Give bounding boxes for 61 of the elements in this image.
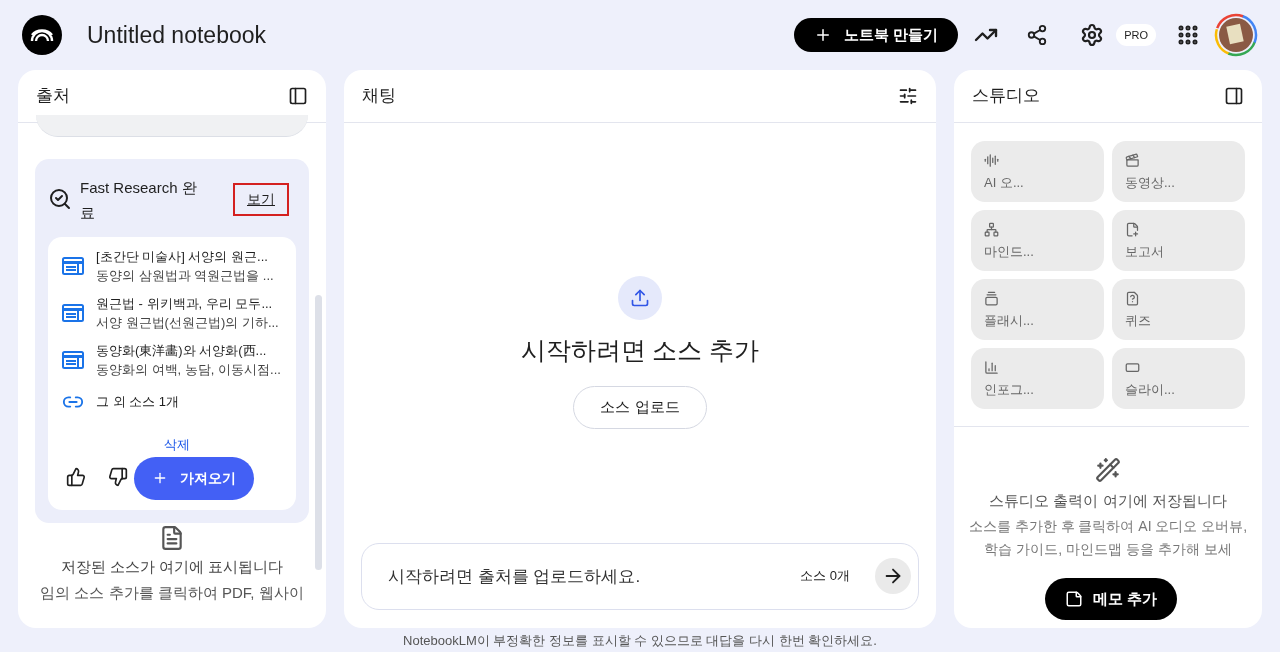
studio-tool-button[interactable]: 동영상...	[1112, 141, 1245, 202]
panel-toggle-icon[interactable]	[1224, 86, 1244, 106]
studio-tool-button[interactable]: 인포그...	[971, 348, 1104, 409]
plan-badge: PRO	[1116, 23, 1156, 47]
more-sources: 그 외 소스 1개	[96, 393, 180, 412]
import-button[interactable]: 가져오기	[134, 456, 254, 500]
research-status: Fast Research 완료	[80, 178, 198, 223]
avatar[interactable]	[1214, 13, 1258, 57]
studio-tool-button[interactable]: 보고서	[1112, 210, 1245, 271]
settings-icon[interactable]	[1080, 23, 1105, 47]
web-page-icon	[62, 304, 84, 322]
web-page-icon	[62, 257, 84, 275]
empty-title: 시작하려면 소스 추가	[520, 335, 760, 366]
studio-tool-button[interactable]: 슬라이...	[1112, 348, 1245, 409]
delete-link[interactable]: 삭제	[164, 435, 190, 455]
scrollbar[interactable]	[315, 295, 322, 570]
source-count: 소스 0개	[800, 567, 850, 585]
upload-icon	[618, 276, 662, 320]
plus-icon	[814, 26, 832, 44]
tune-icon[interactable]	[898, 86, 918, 106]
plus-icon	[152, 470, 168, 486]
note-icon	[1065, 590, 1083, 608]
studio-tool-button[interactable]: 플래시...	[971, 279, 1104, 340]
notebook-title[interactable]: Untitled notebook	[87, 17, 266, 53]
result-snippet: 동양화의 여백, 농담, 이동시점...	[96, 361, 281, 379]
document-icon	[159, 524, 185, 551]
panel-toggle-icon[interactable]	[288, 86, 308, 106]
result-title[interactable]: [초간단 미술사] 서양의 원근...	[96, 247, 274, 266]
create-notebook-button[interactable]: 노트북 만들기	[794, 18, 959, 52]
panel-title: 스튜디오	[972, 85, 1040, 108]
view-link[interactable]: 보기	[233, 183, 289, 216]
empty-description: 소스를 추가한 후 클릭하여 AI 오디오 오버뷰, 학습 가이드, 마인드맵 등을 추가해 보세	[968, 516, 1248, 559]
result-snippet: 동양의 삼원법과 역원근법을 ...	[96, 267, 274, 285]
diagram-icon	[984, 221, 999, 237]
magic-wand-icon	[1095, 457, 1121, 483]
bar-chart-icon	[984, 359, 999, 375]
thumbs-up-icon[interactable]	[66, 467, 86, 487]
panel-title: 채팅	[362, 85, 396, 108]
cards-icon	[984, 290, 999, 306]
studio-tool-button[interactable]: AI 오...	[971, 141, 1104, 202]
result-snippet: 서양 원근법(선원근법)의 기하...	[96, 314, 279, 332]
web-page-icon	[62, 351, 84, 369]
disclaimer: NotebookLM이 부정확한 정보를 표시할 수 있으므로 대답을 다시 한번 확인하세요.	[402, 632, 878, 650]
question-card-icon	[1125, 290, 1140, 306]
empty-description: 임의 소스 추가를 클릭하여 PDF, 웹사이	[39, 583, 305, 603]
add-note-button[interactable]: 메모 추가	[1045, 578, 1178, 620]
result-title[interactable]: 동양화(東洋畵)와 서양화(西...	[96, 341, 281, 360]
audio-wave-icon	[984, 152, 999, 168]
panel-title: 출처	[36, 85, 70, 108]
studio-tool-button[interactable]: 퀴즈	[1112, 279, 1245, 340]
result-title[interactable]: 원근법 - 위키백과, 우리 모두...	[96, 294, 279, 313]
empty-title: 스튜디오 출력이 여기에 저장됩니다	[989, 491, 1227, 511]
logo-icon[interactable]	[22, 15, 62, 55]
share-icon[interactable]	[1026, 24, 1049, 46]
apps-icon[interactable]	[1176, 23, 1200, 47]
empty-title: 저장된 소스가 여기에 표시됩니다	[59, 556, 285, 577]
studio-tool-button[interactable]: 마인드...	[971, 210, 1104, 271]
send-button[interactable]	[875, 558, 911, 594]
thumbs-down-icon[interactable]	[108, 467, 128, 487]
video-icon	[1125, 152, 1140, 168]
document-plus-icon	[1125, 221, 1140, 237]
